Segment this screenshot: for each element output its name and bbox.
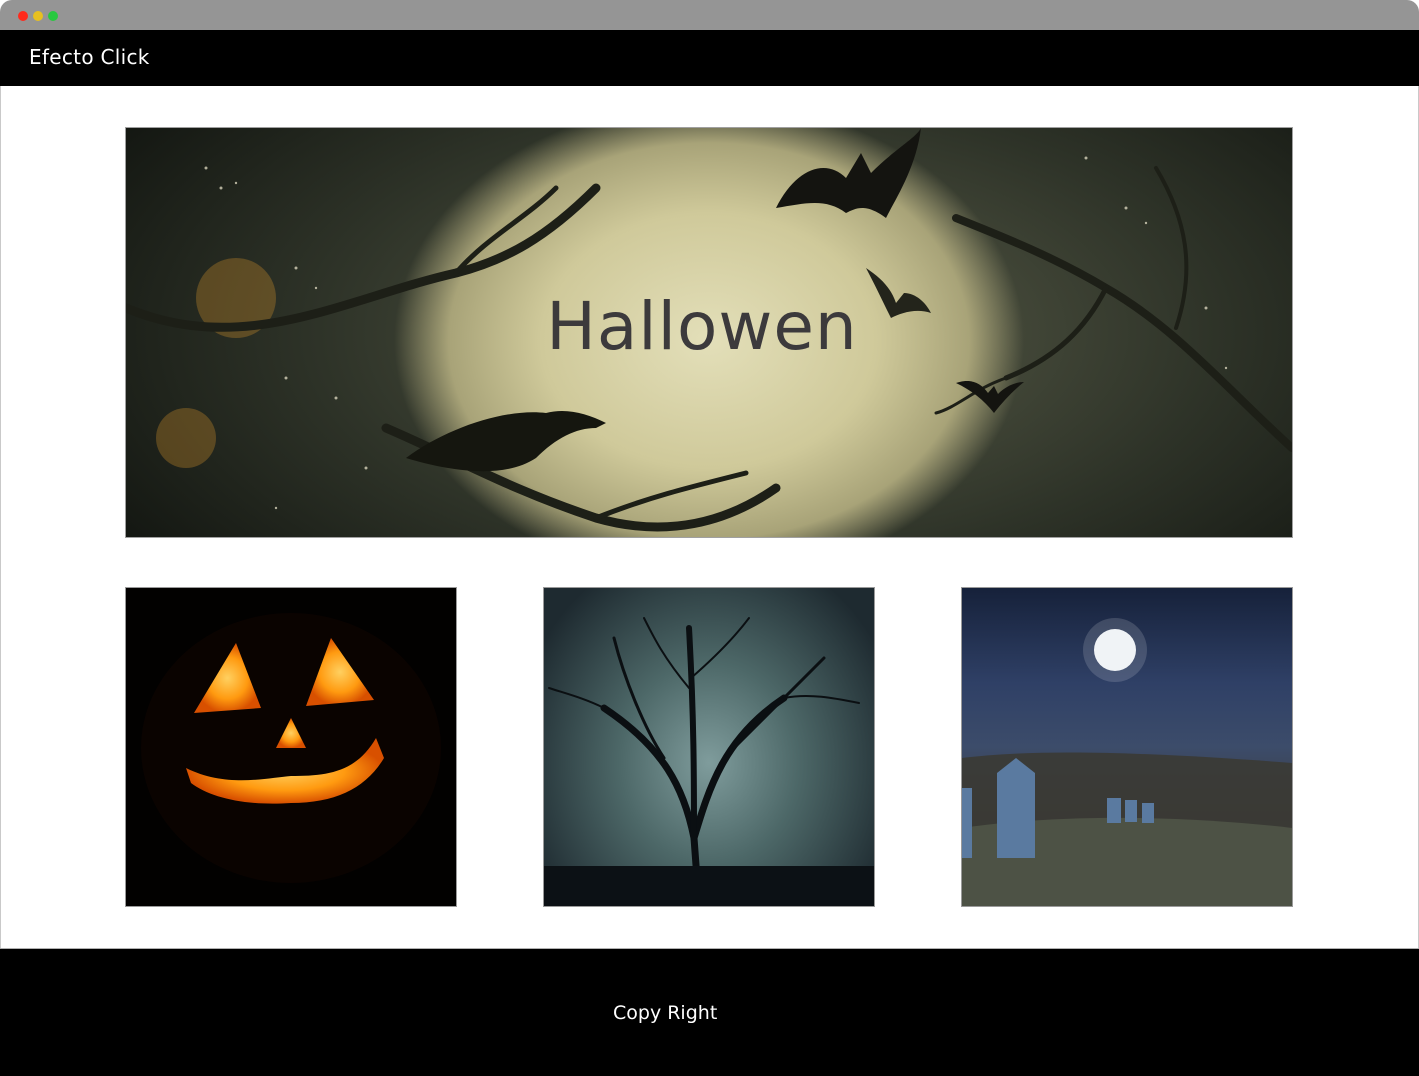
graveyard-illustration — [962, 618, 1292, 906]
zoom-window-button[interactable] — [48, 11, 58, 21]
gallery-image-tree[interactable] — [543, 587, 875, 907]
gallery-image-pumpkin[interactable] — [125, 587, 457, 907]
navbar: Efecto Click — [0, 30, 1419, 86]
close-window-button[interactable] — [18, 11, 28, 21]
copyright-text: Copy Right — [613, 1002, 718, 1024]
footer: Copy Right — [0, 948, 1419, 1076]
pumpkin-illustration — [141, 613, 441, 883]
hero-banner[interactable]: Hallowen — [125, 127, 1293, 538]
tree-illustration — [544, 617, 874, 906]
window-titlebar — [0, 0, 1419, 30]
minimize-window-button[interactable] — [33, 11, 43, 21]
gallery-image-graveyard[interactable] — [961, 587, 1293, 907]
hero-title: Hallowen — [546, 288, 858, 365]
brand-link[interactable]: Efecto Click — [29, 45, 150, 69]
